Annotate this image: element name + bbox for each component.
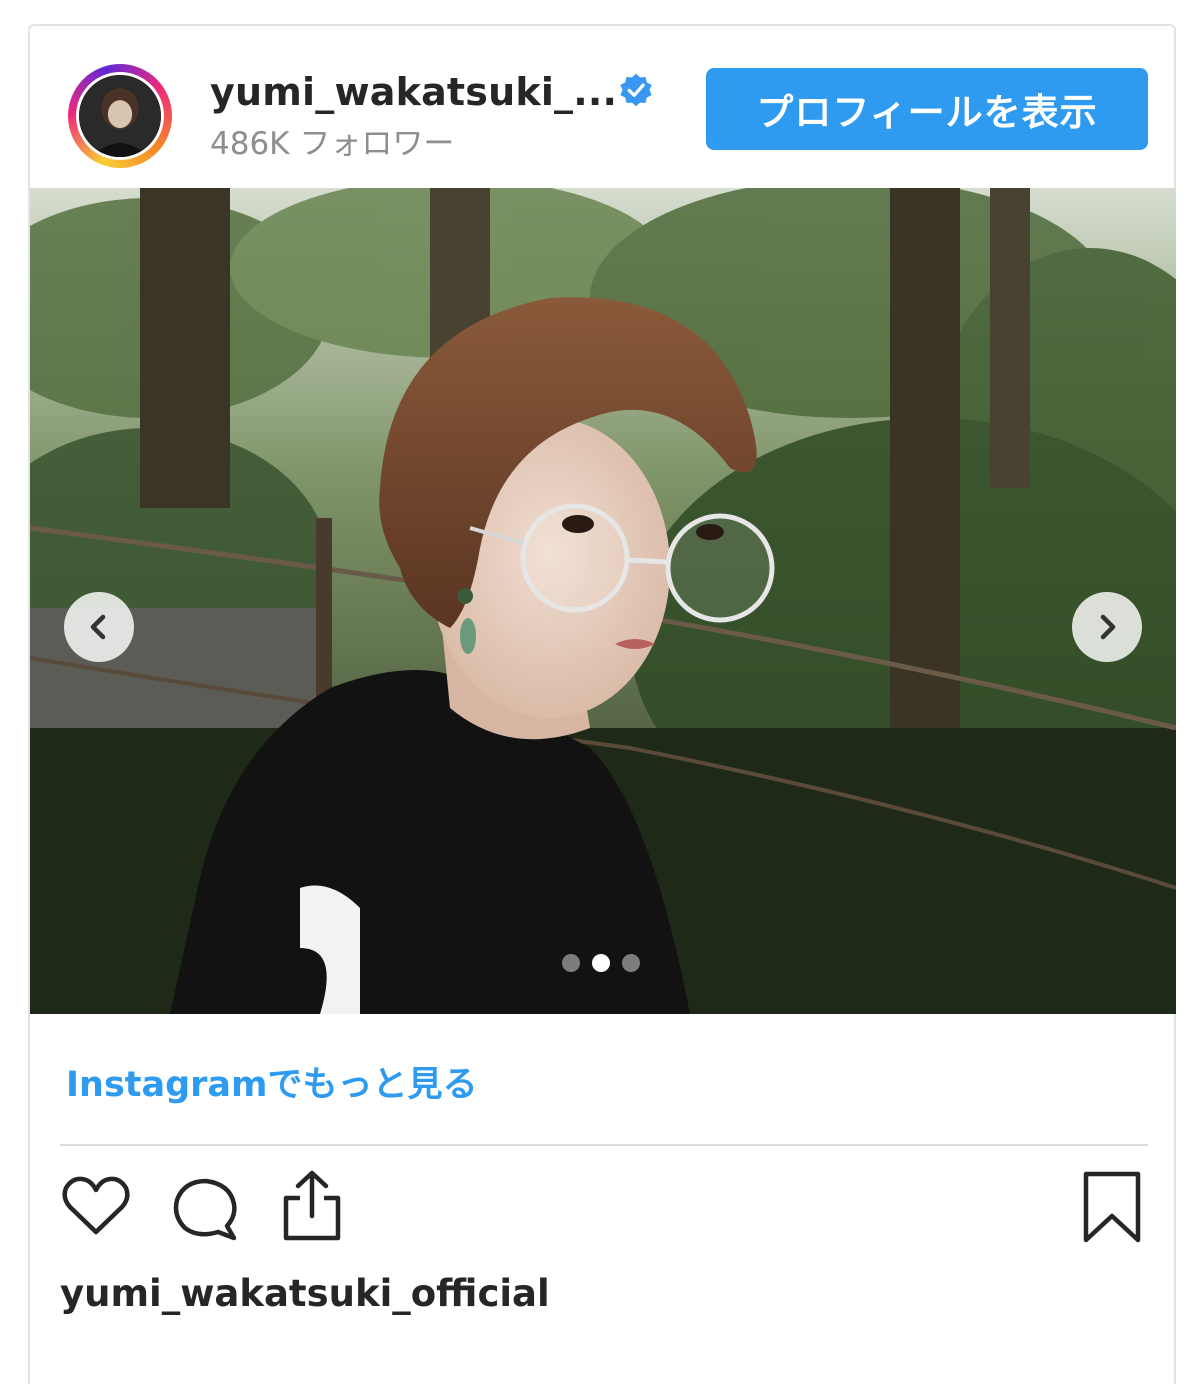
avatar-story-ring[interactable] [68, 64, 172, 168]
avatar[interactable] [76, 72, 164, 160]
bookmark-icon[interactable] [1080, 1170, 1144, 1246]
follower-count: 486K フォロワー [210, 126, 455, 162]
carousel-indicator [562, 954, 640, 972]
divider [60, 1144, 1148, 1146]
carousel-dot-active [592, 954, 610, 972]
heart-icon[interactable] [60, 1174, 132, 1238]
chevron-right-icon [1100, 614, 1116, 640]
carousel-next-button[interactable] [1072, 592, 1142, 662]
chevron-left-icon [90, 614, 106, 640]
share-upload-icon[interactable] [276, 1168, 348, 1244]
carousel-dot [562, 954, 580, 972]
view-more-on-instagram-link[interactable]: Instagramでもっと見る [66, 1056, 478, 1107]
post-owner-username[interactable]: yumi_wakatsuki_official [60, 1272, 550, 1315]
forest-portrait-image [30, 188, 1176, 1014]
carousel-prev-button[interactable] [64, 592, 134, 662]
view-profile-button[interactable]: プロフィールを表示 [706, 68, 1148, 150]
comment-bubble-icon[interactable] [170, 1176, 240, 1242]
verified-badge-icon [620, 73, 652, 107]
username[interactable]: yumi_wakatsuki_... [210, 70, 617, 114]
avatar-photo [79, 75, 161, 157]
instagram-embed-card: yumi_wakatsuki_... 486K フォロワー プロフィールを表示 [28, 24, 1176, 1384]
post-photo[interactable] [30, 188, 1176, 1014]
carousel-dot [622, 954, 640, 972]
post-header: yumi_wakatsuki_... 486K フォロワー プロフィールを表示 [30, 26, 1178, 188]
